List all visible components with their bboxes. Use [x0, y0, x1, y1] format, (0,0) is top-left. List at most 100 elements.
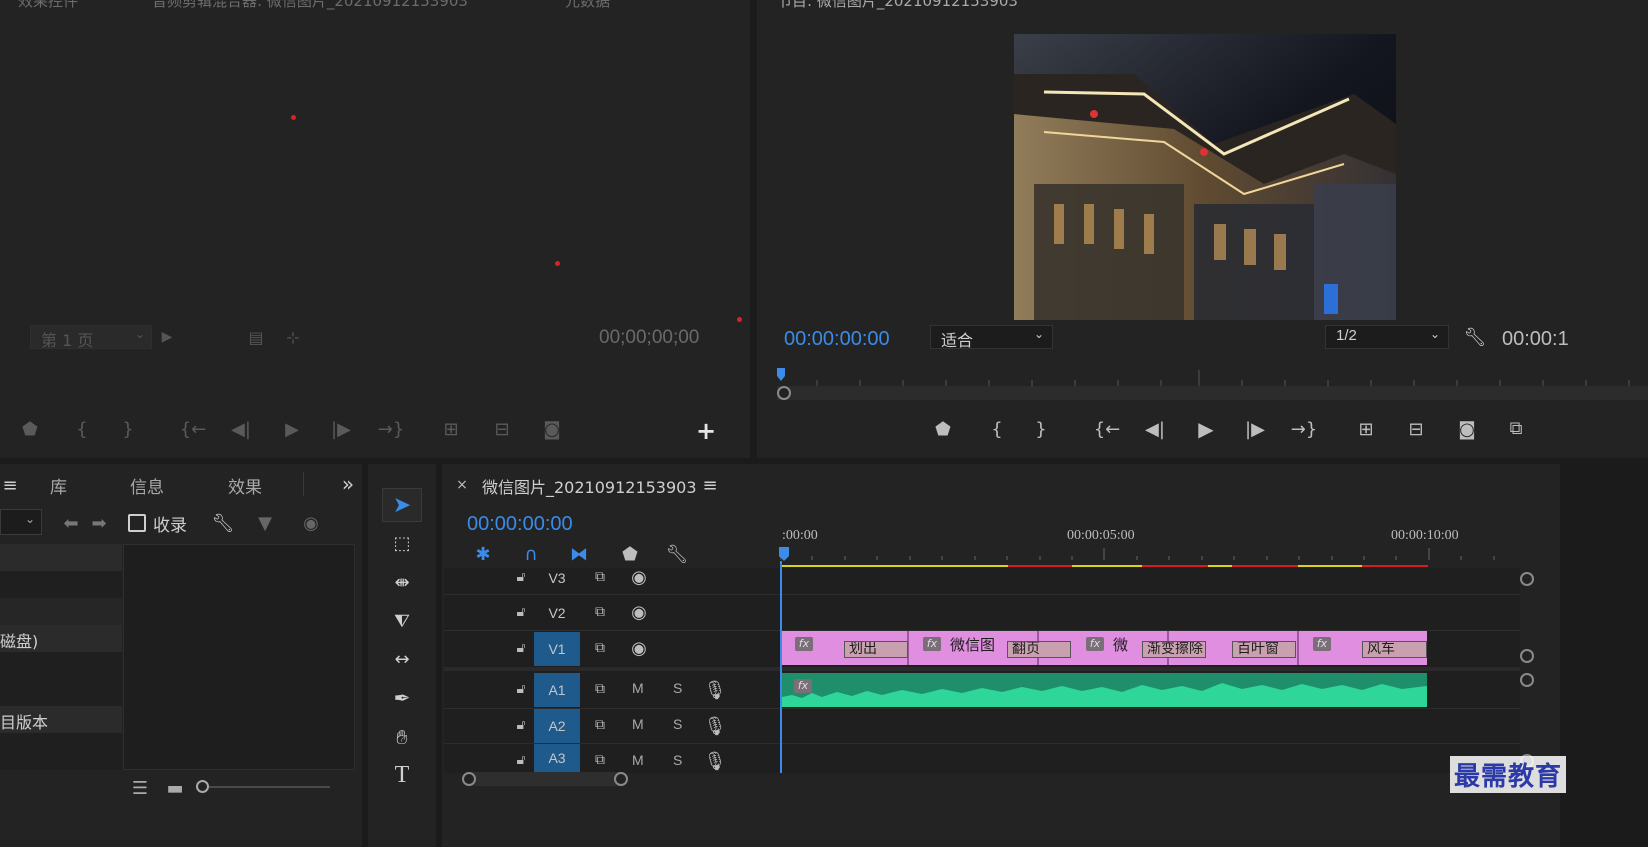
sync-lock-icon[interactable]: ⧉: [590, 680, 610, 698]
eye-icon[interactable]: ◉: [628, 602, 650, 623]
transition-label[interactable]: 渐变擦除: [1142, 641, 1206, 658]
add-marker-icon[interactable]: ⬟: [620, 544, 640, 565]
microphone-icon[interactable]: 🎙︎: [704, 751, 727, 772]
track-select-tool-icon[interactable]: ⬚: [382, 526, 422, 560]
list-item[interactable]: 目版本: [0, 706, 122, 733]
timeline-zoom-bar[interactable]: [462, 772, 628, 786]
program-timecode[interactable]: 00:00:00:00: [784, 328, 890, 351]
resolution-select[interactable]: 1/2 ⌄: [1325, 325, 1449, 349]
transition-label[interactable]: 划出: [844, 641, 908, 658]
scroll-handle[interactable]: [462, 772, 476, 786]
transition-label[interactable]: 百叶窗: [1232, 641, 1296, 658]
metadata-tab[interactable]: 元数据: [565, 0, 610, 11]
track-label-a2[interactable]: A2: [534, 709, 580, 743]
program-ruler[interactable]: [777, 368, 1648, 388]
wrench-icon[interactable]: 🔧︎: [666, 543, 689, 565]
tab-effects[interactable]: 效果: [228, 473, 262, 498]
scroll-handle[interactable]: [777, 386, 791, 400]
audio-waveform-icon[interactable]: ⊹: [282, 326, 304, 348]
pen-tool-icon[interactable]: ✒: [382, 681, 422, 715]
track-label-a3[interactable]: A3: [534, 744, 580, 772]
eye-icon[interactable]: ◉: [628, 638, 650, 659]
razor-tool-icon[interactable]: ⧨: [382, 604, 422, 638]
scroll-handle[interactable]: [1520, 673, 1534, 687]
overwrite-icon[interactable]: ⊟: [488, 418, 516, 440]
hand-tool-icon[interactable]: ✋︎: [382, 720, 422, 754]
filter-icon[interactable]: ▼: [254, 512, 276, 534]
fit-select[interactable]: 适合 ⌄: [930, 325, 1053, 350]
mute-button[interactable]: M: [632, 716, 644, 732]
track-label-v2[interactable]: V2: [534, 596, 580, 630]
sync-lock-icon[interactable]: ⧉: [590, 639, 610, 657]
sync-lock-icon[interactable]: ⧉: [590, 716, 610, 734]
lock-icon[interactable]: 🔓︎: [512, 568, 530, 586]
mark-in-icon[interactable]: {: [987, 418, 1007, 440]
effect-controls-tab[interactable]: 效果控件: [18, 0, 78, 11]
lock-icon[interactable]: 🔓︎: [512, 603, 530, 621]
project-dropdown[interactable]: ⌄: [0, 509, 42, 535]
program-scrollbar[interactable]: [777, 386, 1648, 400]
sync-lock-icon[interactable]: ⧉: [590, 568, 610, 586]
sync-lock-icon[interactable]: ⧉: [590, 751, 610, 769]
wrench-icon[interactable]: 🔧︎: [1464, 326, 1487, 348]
list-item[interactable]: [0, 544, 122, 571]
zoom-slider[interactable]: [196, 780, 330, 793]
export-frame-icon[interactable]: ▤: [246, 326, 266, 348]
scroll-handle[interactable]: [614, 772, 628, 786]
play-icon[interactable]: ▶: [281, 418, 303, 440]
timeline-ruler[interactable]: [780, 546, 1525, 568]
mark-out-icon[interactable]: }: [1031, 418, 1051, 440]
lock-icon[interactable]: 🔓︎: [512, 639, 530, 657]
solo-button[interactable]: S: [673, 752, 682, 768]
audio-mixer-tab[interactable]: 音频剪辑混合器: 微信图片_20210912153903: [152, 0, 468, 11]
solo-button[interactable]: S: [673, 680, 682, 696]
panel-menu-icon[interactable]: ≡: [0, 474, 20, 496]
track-label-v1[interactable]: V1: [534, 632, 580, 666]
slip-tool-icon[interactable]: ↔: [382, 642, 422, 676]
tab-info[interactable]: 信息: [130, 473, 164, 498]
close-icon[interactable]: ×: [454, 476, 470, 494]
page-select[interactable]: 第 1 页 ⌄: [30, 325, 152, 350]
eye-icon[interactable]: ◉: [300, 512, 322, 534]
track-label-a1[interactable]: A1: [534, 673, 580, 707]
mute-button[interactable]: M: [632, 752, 644, 768]
zoom-slider-handle[interactable]: [196, 780, 209, 793]
camera-icon[interactable]: ◙: [1455, 418, 1479, 440]
go-to-out-icon[interactable]: →}: [378, 418, 405, 440]
type-tool-icon[interactable]: T: [382, 758, 422, 792]
back-arrow-icon[interactable]: ⬅: [60, 512, 82, 534]
camera-icon[interactable]: ◙: [540, 418, 564, 440]
transition-label[interactable]: 风车: [1362, 641, 1427, 658]
vertical-scrollbar[interactable]: [1520, 572, 1534, 768]
list-item[interactable]: 磁盘): [0, 625, 122, 652]
step-forward-icon[interactable]: |▶: [1243, 418, 1267, 440]
microphone-icon[interactable]: 🎙︎: [704, 680, 727, 701]
go-to-in-icon[interactable]: {←: [1093, 418, 1121, 440]
forward-arrow-icon[interactable]: ➡: [88, 512, 110, 534]
icon-view-icon[interactable]: ▬: [164, 778, 186, 799]
compare-icon[interactable]: ⧉: [1501, 416, 1531, 440]
microphone-icon[interactable]: 🎙︎: [704, 716, 727, 737]
eye-icon[interactable]: ◉: [628, 567, 650, 588]
play-small-icon[interactable]: ▶: [160, 327, 174, 347]
mute-button[interactable]: M: [632, 680, 644, 696]
lock-icon[interactable]: 🔓︎: [512, 716, 530, 734]
sync-lock-icon[interactable]: ⧉: [590, 603, 610, 621]
record-checkbox[interactable]: [128, 514, 146, 532]
add-marker-icon[interactable]: ⬟: [933, 418, 953, 440]
lock-icon[interactable]: 🔓︎: [512, 751, 530, 769]
list-view-icon[interactable]: ☰: [128, 778, 152, 799]
add-marker-icon[interactable]: ⬟: [20, 418, 40, 440]
extract-icon[interactable]: ⊟: [1401, 418, 1431, 440]
step-back-icon[interactable]: ◀|: [1143, 418, 1167, 440]
lock-icon[interactable]: 🔓︎: [512, 680, 530, 698]
selection-tool-icon[interactable]: ➤: [382, 488, 422, 522]
mark-in-icon[interactable]: {: [72, 418, 92, 440]
insert-icon[interactable]: ⊞: [437, 418, 465, 440]
ripple-edit-tool-icon[interactable]: ⇼: [382, 565, 422, 599]
snap-nest-icon[interactable]: ✱: [472, 544, 494, 565]
timeline-timecode[interactable]: 00:00:00:00: [467, 513, 573, 536]
add-button-icon[interactable]: +: [694, 417, 718, 445]
sequence-tab-title[interactable]: 微信图片_20210912153903: [482, 474, 697, 498]
panel-menu-icon[interactable]: ≡: [700, 475, 720, 496]
